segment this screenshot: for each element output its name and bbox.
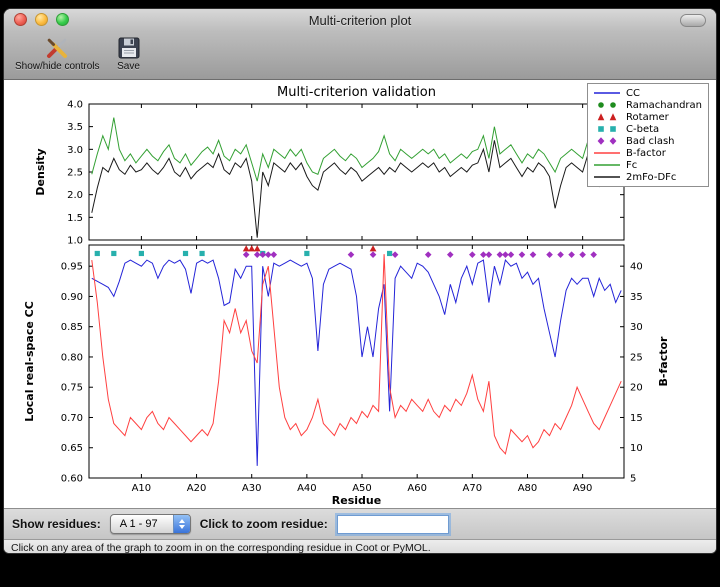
svg-text:A80: A80 bbox=[518, 483, 538, 494]
svg-text:15: 15 bbox=[630, 413, 643, 424]
legend-label: 2mFo-DFc bbox=[626, 172, 676, 183]
svg-text:2.5: 2.5 bbox=[67, 168, 83, 179]
zoom-residue-label: Click to zoom residue: bbox=[200, 517, 328, 531]
legend-marker-icon bbox=[592, 172, 622, 182]
control-bar: Show residues: A 1 - 97 Click to zoom re… bbox=[4, 508, 716, 539]
status-text: Click on any area of the graph to zoom i… bbox=[11, 542, 431, 554]
svg-text:0.65: 0.65 bbox=[61, 443, 83, 454]
svg-text:40: 40 bbox=[630, 262, 643, 273]
svg-text:A70: A70 bbox=[463, 483, 483, 494]
window-title: Multi-criterion plot bbox=[4, 13, 716, 28]
legend-label: Rotamer bbox=[626, 112, 669, 123]
svg-text:1.5: 1.5 bbox=[67, 213, 83, 224]
status-bar: Click on any area of the graph to zoom i… bbox=[4, 539, 716, 554]
show-hide-controls-button[interactable]: Show/hide controls bbox=[10, 33, 105, 74]
svg-text:3.5: 3.5 bbox=[67, 122, 83, 133]
svg-text:B-factor: B-factor bbox=[657, 336, 670, 386]
svg-text:Density: Density bbox=[34, 148, 47, 195]
svg-text:1.0: 1.0 bbox=[67, 236, 83, 247]
svg-text:25: 25 bbox=[630, 352, 643, 363]
legend-entry-bad-clash: Bad clash bbox=[592, 135, 702, 147]
legend-entry-c-beta: C-beta bbox=[592, 123, 702, 135]
svg-text:10: 10 bbox=[630, 443, 643, 454]
legend-marker-icon bbox=[592, 136, 622, 146]
save-button[interactable]: Save bbox=[111, 33, 147, 74]
toolbar-toggle-button[interactable] bbox=[680, 14, 706, 27]
svg-text:Local real-space CC: Local real-space CC bbox=[23, 301, 36, 422]
svg-text:A50: A50 bbox=[352, 483, 372, 494]
legend-entry-b-factor: B-factor bbox=[592, 147, 702, 159]
svg-text:35: 35 bbox=[630, 292, 643, 303]
legend-label: Ramachandran bbox=[626, 100, 702, 111]
legend-entry-2mfo-dfc: 2mFo-DFc bbox=[592, 171, 702, 183]
svg-text:Multi-criterion validation: Multi-criterion validation bbox=[277, 85, 436, 100]
toolbar: Show/hide controls Save bbox=[4, 31, 716, 80]
svg-text:0.90: 0.90 bbox=[61, 292, 83, 303]
svg-text:A60: A60 bbox=[407, 483, 427, 494]
legend-marker-icon bbox=[592, 160, 622, 170]
legend-label: Bad clash bbox=[626, 136, 674, 147]
svg-text:A20: A20 bbox=[187, 483, 207, 494]
legend-label: Fc bbox=[626, 160, 637, 171]
legend-label: C-beta bbox=[626, 124, 659, 135]
svg-text:Residue: Residue bbox=[332, 494, 381, 507]
svg-text:0.85: 0.85 bbox=[61, 322, 83, 333]
legend-marker-icon bbox=[592, 88, 622, 98]
zoom-window-button[interactable] bbox=[56, 13, 69, 26]
svg-text:0.75: 0.75 bbox=[61, 383, 83, 394]
legend-marker-icon bbox=[592, 112, 622, 122]
legend-marker-icon bbox=[592, 100, 622, 110]
toolbar-button-label: Save bbox=[117, 61, 140, 72]
close-button[interactable] bbox=[14, 13, 27, 26]
svg-text:30: 30 bbox=[630, 322, 643, 333]
save-icon bbox=[116, 35, 142, 61]
legend-entry-fc: Fc bbox=[592, 159, 702, 171]
chain-range-select[interactable]: A 1 - 97 bbox=[110, 514, 191, 534]
svg-text:A40: A40 bbox=[297, 483, 317, 494]
zoom-residue-input[interactable] bbox=[337, 515, 449, 534]
legend-label: B-factor bbox=[626, 148, 666, 159]
svg-text:5: 5 bbox=[630, 474, 636, 485]
plot-legend: CCRamachandranRotamerC-betaBad clashB-fa… bbox=[587, 83, 709, 187]
multi-criterion-plot[interactable]: Multi-criterion validation 1.0 1.5 2.0 2.5 3.… bbox=[4, 80, 716, 508]
legend-label: CC bbox=[626, 88, 640, 99]
chain-range-value: A 1 - 97 bbox=[111, 515, 173, 533]
svg-text:0.60: 0.60 bbox=[61, 474, 83, 485]
popup-stepper-icon bbox=[173, 515, 190, 533]
svg-text:20: 20 bbox=[630, 383, 643, 394]
svg-text:A10: A10 bbox=[132, 483, 152, 494]
svg-text:0.70: 0.70 bbox=[61, 413, 83, 424]
legend-marker-icon bbox=[592, 124, 622, 134]
toolbar-button-label: Show/hide controls bbox=[15, 61, 100, 72]
traffic-lights bbox=[14, 13, 69, 26]
legend-entry-ramachandran: Ramachandran bbox=[592, 99, 702, 111]
app-window: Multi-criterion plot Show/hide controls bbox=[3, 8, 717, 554]
legend-marker-icon bbox=[592, 148, 622, 158]
svg-text:4.0: 4.0 bbox=[67, 100, 83, 111]
svg-text:3.0: 3.0 bbox=[67, 145, 83, 156]
svg-text:A90: A90 bbox=[573, 483, 593, 494]
legend-entry-rotamer: Rotamer bbox=[592, 111, 702, 123]
tools-icon bbox=[44, 35, 70, 61]
svg-text:A30: A30 bbox=[242, 483, 262, 494]
titlebar[interactable]: Multi-criterion plot bbox=[4, 9, 716, 31]
svg-text:0.95: 0.95 bbox=[61, 262, 83, 273]
svg-text:0.80: 0.80 bbox=[61, 352, 83, 363]
legend-entry-cc: CC bbox=[592, 87, 702, 99]
show-residues-label: Show residues: bbox=[12, 517, 101, 531]
minimize-button[interactable] bbox=[35, 13, 48, 26]
svg-text:2.0: 2.0 bbox=[67, 190, 83, 201]
screen: Multi-criterion plot Show/hide controls bbox=[0, 0, 720, 587]
